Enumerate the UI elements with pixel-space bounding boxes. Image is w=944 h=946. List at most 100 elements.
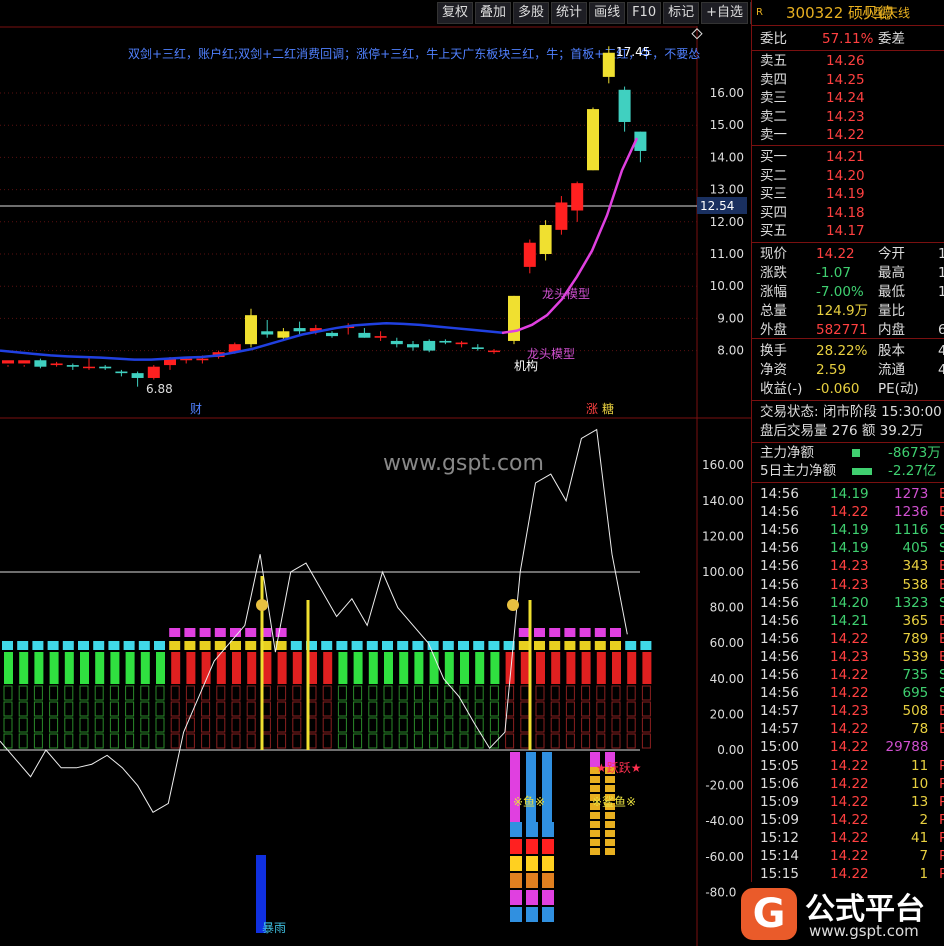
tick-row: 14:57 14.22 78 B xyxy=(760,720,944,738)
signal-column xyxy=(442,641,454,749)
signal-column xyxy=(336,641,348,749)
tick-price: 14.22 xyxy=(830,721,869,738)
mark-button[interactable]: 标记 xyxy=(663,2,700,24)
tick-row: 14:57 14.23 508 B xyxy=(760,702,944,720)
tick-time: 15:14 xyxy=(760,848,799,864)
tick-side: P xyxy=(939,829,944,846)
tick-row: 14:56 14.19 1116 S xyxy=(760,521,944,539)
logo-url: www.gspt.com xyxy=(809,922,919,940)
tick-time: 15:05 xyxy=(760,757,799,774)
tick-volume: 789 xyxy=(902,630,929,647)
quote-row: 涨跌 -1.07 最高 1 xyxy=(760,264,944,282)
tick-row: 14:56 14.20 1323 S xyxy=(760,594,944,612)
tick-time: 15:09 xyxy=(760,793,799,810)
candle xyxy=(407,340,419,351)
tick-volume: 41 xyxy=(911,829,929,846)
five-day-main-net-flow: 5日主力净额 -2.27亿 xyxy=(760,463,937,479)
signal-column xyxy=(366,641,378,749)
osc-tick-label: 0.00 xyxy=(717,743,744,757)
tick-side: B xyxy=(939,703,944,720)
quote2-label: 收益(-) xyxy=(760,381,803,397)
stock-badge: R xyxy=(756,7,763,18)
osc-tick-label: -40.00 xyxy=(705,814,744,828)
quote2-label-2: PE(动) xyxy=(878,381,919,397)
tick-row: 14:56 14.23 343 B xyxy=(760,557,944,575)
price-axis: 16.00 15.00 14.00 13.00 12.00 11.00 10.00 9.00 8… xyxy=(710,86,744,358)
tick-price: 14.22 xyxy=(830,630,869,647)
quote-row: 外盘 582771 内盘 66 xyxy=(760,321,944,339)
signal-column xyxy=(549,628,561,749)
restore-rights-button[interactable]: 复权 xyxy=(437,2,474,24)
signal-column xyxy=(108,641,120,749)
tick-row: 14:56 14.23 538 B xyxy=(760,576,944,594)
quote2-label-2: 流通 xyxy=(878,362,905,378)
bid-level-label: 买三 xyxy=(760,186,787,202)
signal-column xyxy=(93,641,105,749)
tick-side: B xyxy=(939,648,944,665)
ask-level-label: 卖二 xyxy=(760,108,787,125)
osc-tick-label: 80.00 xyxy=(710,601,744,615)
logo-icon: G xyxy=(741,888,797,940)
quote-row: 总量 124.9万 量比 xyxy=(760,302,905,320)
tick-row: 15:06 14.22 10 P xyxy=(760,775,944,793)
signal-column xyxy=(488,641,500,749)
quote-row: 涨幅 -7.00% 最低 1 xyxy=(760,283,944,301)
tick-price: 14.23 xyxy=(830,703,869,720)
chart-annotation: 龙头模型 xyxy=(542,287,590,301)
tick-price: 14.20 xyxy=(830,594,869,611)
tick-row: 14:56 14.19 1273 B xyxy=(760,485,944,503)
tick-side: P xyxy=(939,757,944,774)
signal-column xyxy=(275,628,287,749)
quote-value-2: 1 xyxy=(938,265,944,281)
quote-label-2: 最低 xyxy=(878,284,905,300)
ask-row: 卖五 14.26 xyxy=(760,52,865,70)
tick-time: 14:56 xyxy=(760,667,799,683)
tick-volume: 11 xyxy=(911,757,929,774)
tick-volume: 1323 xyxy=(894,594,929,611)
bid-level-label: 买五 xyxy=(760,223,787,239)
price-tick-label: 8.00 xyxy=(717,344,744,358)
stacked-signal-bar xyxy=(526,752,538,922)
tick-side: P xyxy=(939,793,944,810)
stock-header[interactable]: R 300322 硕贝德 小型天线 xyxy=(752,0,944,26)
candle xyxy=(555,196,568,235)
tick-row: 14:56 14.21 365 B xyxy=(760,612,944,630)
ask-price: 14.22 xyxy=(826,127,865,143)
tick-volume: 1 xyxy=(919,866,929,883)
candle xyxy=(131,371,144,387)
multi-stock-button[interactable]: 多股 xyxy=(513,2,550,24)
candle xyxy=(261,320,274,338)
chart-annotation: 机构 xyxy=(514,358,538,373)
bid-row: 买三 14.19 xyxy=(760,185,865,203)
price-tick-label: 15.00 xyxy=(710,118,744,132)
kline-chart-area[interactable]: 16.00 15.00 14.00 13.00 12.00 11.00 10.00 9.00 8… xyxy=(0,0,751,946)
quote2-row: 收益(-) -0.060 PE(动) xyxy=(760,380,919,398)
candle xyxy=(147,365,160,380)
candle xyxy=(488,348,500,354)
overlay-button[interactable]: 叠加 xyxy=(475,2,512,24)
bid-price: 14.18 xyxy=(826,204,865,221)
price-tick-label: 14.00 xyxy=(710,150,744,164)
bid-row: 买四 14.18 xyxy=(760,204,865,222)
tick-price: 14.22 xyxy=(830,775,869,792)
candle xyxy=(18,360,31,367)
tick-price: 14.21 xyxy=(830,612,869,629)
osc-tick-label: 100.00 xyxy=(702,565,744,579)
stats-button[interactable]: 统计 xyxy=(551,2,588,24)
quote-value: -7.00% xyxy=(816,284,864,300)
candle xyxy=(539,220,552,261)
tick-row: 14:56 14.22 789 B xyxy=(760,630,944,648)
tick-time: 14:56 xyxy=(760,522,799,539)
signal-column xyxy=(564,628,576,749)
f10-button[interactable]: F10 xyxy=(627,2,662,24)
tick-side: P xyxy=(939,775,944,792)
quote-value-2: 66 xyxy=(938,322,944,338)
chart-annotation: 糖 xyxy=(602,401,614,416)
add-favorite-button[interactable]: +自选 xyxy=(701,2,749,24)
signal-column xyxy=(78,641,89,749)
site-logo: G 公式平台 www.gspt.com xyxy=(737,882,944,946)
draw-line-button[interactable]: 画线 xyxy=(589,2,626,24)
signal-column xyxy=(640,641,652,749)
bid-price: 14.17 xyxy=(826,223,865,239)
tick-price: 14.19 xyxy=(830,540,869,557)
